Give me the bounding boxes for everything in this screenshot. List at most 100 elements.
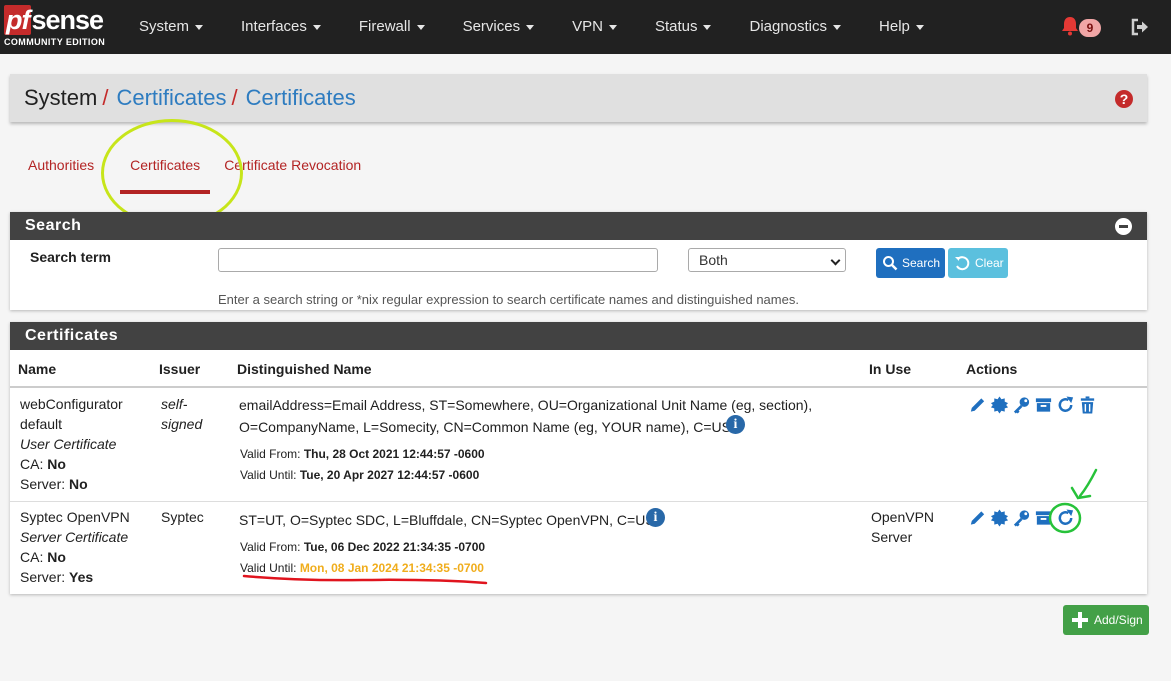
search-icon — [883, 256, 898, 271]
search-scope-value: Both — [699, 252, 728, 268]
breadcrumb-separator: / — [102, 85, 109, 110]
cert-name: Syptec OpenVPN — [20, 509, 130, 525]
logo-sense: sense — [31, 5, 104, 35]
search-scope-select[interactable]: Both — [688, 248, 846, 272]
pencil-icon[interactable] — [968, 395, 987, 415]
menu-vpn[interactable]: VPN — [553, 0, 636, 54]
chevron-down-icon — [195, 24, 204, 30]
chevron-down-icon — [608, 24, 617, 30]
clear-button[interactable]: Clear — [948, 248, 1008, 278]
search-button[interactable]: Search — [876, 248, 945, 278]
trash-icon[interactable] — [1078, 395, 1097, 415]
top-navbar: pfsense COMMUNITY EDITION System Interfa… — [0, 0, 1171, 54]
certificates-panel-title: Certificates — [25, 327, 119, 344]
logo-edition: COMMUNITY EDITION — [4, 37, 106, 47]
main-menu: System Interfaces Firewall Services VPN … — [120, 0, 943, 54]
search-term-label: Search term — [30, 249, 111, 265]
cert-type: User Certificate — [20, 436, 117, 452]
tab-certificate-revocation[interactable]: Certificate Revocation — [218, 148, 379, 190]
clear-button-label: Clear — [975, 256, 1004, 270]
cert-row-1-dn: emailAddress=Email Address, ST=Somewhere… — [239, 394, 839, 438]
add-sign-label: Add/Sign — [1094, 613, 1143, 627]
tab-certificates[interactable]: Certificates — [112, 148, 218, 194]
certificate-seal-icon[interactable] — [990, 395, 1009, 415]
info-icon[interactable]: i — [646, 508, 665, 527]
distinguished-name: emailAddress=Email Address, ST=Somewhere… — [239, 397, 813, 435]
cert-row-1-actions — [968, 395, 1097, 415]
chevron-down-icon — [312, 24, 321, 30]
menu-help[interactable]: Help — [860, 0, 943, 54]
breadcrumb-separator: / — [231, 85, 238, 110]
archive-export-icon[interactable] — [1034, 395, 1053, 415]
breadcrumb-certificates-link[interactable]: Certificates — [116, 85, 226, 110]
logout-icon[interactable] — [1130, 17, 1150, 37]
search-input[interactable] — [218, 248, 658, 272]
cert-issuer: Syptec — [161, 509, 204, 525]
chevron-down-icon — [703, 24, 712, 30]
breadcrumb-certificates-current[interactable]: Certificates — [246, 85, 356, 110]
renew-icon[interactable] — [1056, 508, 1075, 528]
column-header-issuer: Issuer — [159, 361, 201, 377]
chevron-down-icon — [833, 24, 842, 30]
cert-row-1-issuer-cell: self-signed — [161, 394, 221, 434]
cert-name: webConfigurator default — [20, 396, 123, 432]
key-icon[interactable] — [1012, 508, 1031, 528]
certificates-panel-header: Certificates — [10, 322, 1147, 350]
expired-date: Mon, 08 Jan 2024 21:34:35 -0700 — [299, 561, 484, 575]
ca-label: CA: — [20, 549, 44, 565]
column-header-in-use: In Use — [869, 361, 912, 377]
menu-services[interactable]: Services — [444, 0, 554, 54]
cert-row-2-issuer-cell: Syptec — [161, 507, 221, 527]
valid-from: Valid From: Tue, 06 Dec 2022 21:34:35 -0… — [240, 540, 486, 554]
search-button-label: Search — [902, 256, 941, 270]
ca-value: No — [47, 456, 66, 472]
distinguished-name: ST=UT, O=Syptec SDC, L=Bluffdale, CN=Syp… — [239, 512, 655, 528]
search-panel-title: Search — [25, 217, 82, 234]
chevron-down-icon — [416, 24, 425, 30]
cert-row-1-name-cell: webConfigurator default User Certificate… — [20, 394, 150, 494]
menu-firewall[interactable]: Firewall — [340, 0, 444, 54]
logo-pf: pf — [4, 5, 32, 35]
row-divider — [10, 501, 1147, 502]
search-panel: Search Search term Both Search Clear Ent… — [10, 212, 1147, 310]
renew-icon[interactable] — [1056, 395, 1075, 415]
cert-row-2-actions — [968, 508, 1075, 528]
chevron-down-icon — [915, 24, 924, 30]
menu-status[interactable]: Status — [636, 0, 731, 54]
ca-value: No — [47, 549, 66, 565]
server-label: Server: — [20, 569, 66, 585]
pencil-icon[interactable] — [968, 508, 987, 528]
notification-count-badge[interactable]: 9 — [1079, 19, 1101, 37]
menu-system[interactable]: System — [120, 0, 222, 54]
certificates-panel: Certificates Name Issuer Distinguished N… — [10, 322, 1147, 594]
plus-icon — [1072, 612, 1088, 628]
undo-icon — [955, 256, 970, 271]
server-value: No — [69, 476, 88, 492]
valid-from: Valid From: Thu, 28 Oct 2021 12:44:57 -0… — [240, 447, 485, 461]
cert-row-2-dn: ST=UT, O=Syptec SDC, L=Bluffdale, CN=Syp… — [239, 509, 659, 531]
pfsense-logo[interactable]: pfsense COMMUNITY EDITION — [4, 5, 112, 49]
help-icon[interactable]: ? — [1115, 90, 1133, 108]
add-sign-button[interactable]: Add/Sign — [1063, 605, 1149, 635]
server-label: Server: — [20, 476, 66, 492]
breadcrumb: System / Certificates / Certificates ? — [10, 74, 1147, 122]
archive-export-icon[interactable] — [1034, 508, 1053, 528]
cert-issuer: self-signed — [161, 396, 203, 432]
server-value: Yes — [69, 569, 94, 585]
certificate-seal-icon[interactable] — [990, 508, 1009, 528]
bell-icon[interactable] — [1061, 16, 1079, 36]
chevron-down-icon — [830, 255, 841, 266]
valid-until: Valid Until: Mon, 08 Jan 2024 21:34:35 -… — [240, 561, 484, 575]
collapse-icon[interactable] — [1115, 218, 1132, 235]
column-header-name: Name — [18, 361, 57, 377]
menu-diagnostics[interactable]: Diagnostics — [730, 0, 860, 54]
menu-interfaces[interactable]: Interfaces — [222, 0, 340, 54]
search-panel-header: Search — [10, 212, 1147, 240]
column-header-actions: Actions — [966, 361, 1018, 377]
ca-label: CA: — [20, 456, 44, 472]
key-icon[interactable] — [1012, 395, 1031, 415]
breadcrumb-system: System — [24, 85, 98, 110]
tab-authorities[interactable]: Authorities — [10, 148, 112, 190]
info-icon[interactable]: i — [726, 415, 745, 434]
header-divider — [10, 386, 1147, 388]
